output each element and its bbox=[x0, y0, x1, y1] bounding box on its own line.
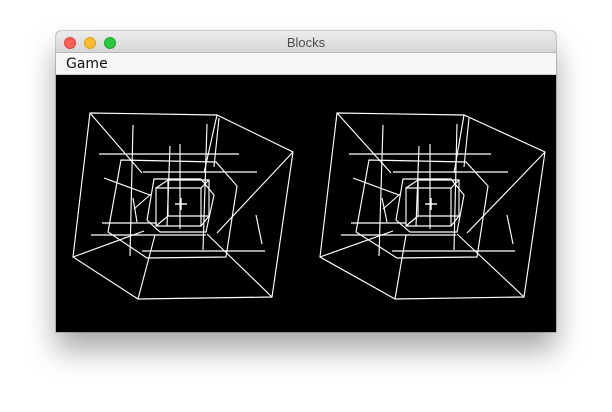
block-link-top-left bbox=[405, 179, 419, 189]
block-link-bottom-left bbox=[155, 215, 169, 227]
window-title: Blocks bbox=[286, 35, 326, 50]
rear-edge-top-left bbox=[89, 112, 143, 174]
guide-line bbox=[381, 197, 388, 223]
menu-game[interactable]: Game bbox=[65, 53, 109, 75]
guide-line bbox=[382, 193, 401, 210]
depth-ring-middle bbox=[107, 159, 238, 259]
guide-line bbox=[352, 177, 400, 196]
desktop-background: Blocks Game bbox=[0, 0, 612, 412]
title-bar[interactable]: Blocks bbox=[56, 31, 556, 53]
guide-line bbox=[255, 214, 263, 245]
right-eye-view bbox=[319, 112, 546, 300]
left-eye-view bbox=[72, 112, 294, 300]
guide-line bbox=[103, 177, 151, 196]
stereo-wireframe-scene bbox=[72, 112, 546, 300]
app-window: Blocks Game bbox=[56, 31, 556, 332]
rear-edge-bottom-left bbox=[137, 234, 156, 300]
guide-line bbox=[129, 124, 134, 257]
outer-frame bbox=[319, 112, 546, 300]
guide-line bbox=[506, 214, 514, 245]
guide-line bbox=[133, 193, 152, 210]
guide-line bbox=[378, 124, 384, 257]
rear-edge-right bbox=[466, 151, 546, 234]
rear-edge-bottom-left bbox=[394, 234, 407, 300]
guide-line bbox=[453, 123, 458, 251]
outer-frame bbox=[72, 112, 294, 300]
game-viewport[interactable] bbox=[56, 75, 556, 332]
rear-edge-right bbox=[216, 151, 294, 234]
guide-line bbox=[132, 197, 138, 223]
rear-edge-bottom-right bbox=[456, 233, 525, 298]
depth-ring-middle bbox=[355, 159, 489, 259]
block-link-top-left bbox=[155, 179, 169, 189]
menu-bar: Game bbox=[56, 53, 556, 75]
guide-line bbox=[463, 117, 470, 168]
